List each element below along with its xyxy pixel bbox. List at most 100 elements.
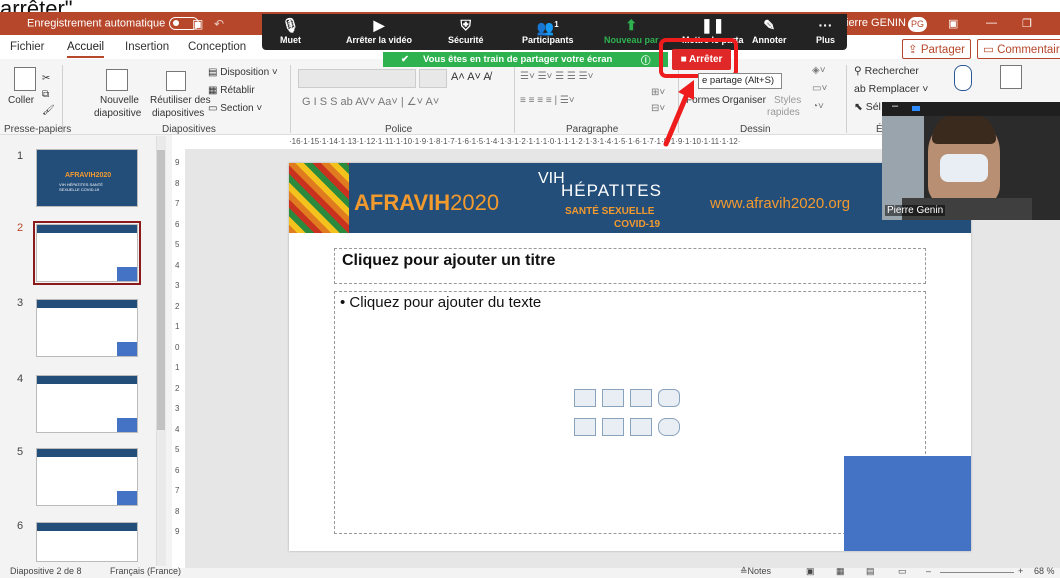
participants-button[interactable]: 👥1 Participants (522, 15, 574, 45)
slide-thumbnail-3[interactable] (36, 299, 138, 357)
mute-button[interactable]: 🎙 Muet (280, 15, 301, 45)
tab-accueil[interactable]: Accueil (67, 41, 105, 58)
security-button[interactable]: ⛨ Sécurité (448, 15, 484, 45)
more-button[interactable]: ··· Plus (816, 15, 835, 45)
ribbon-display-icon[interactable]: ▣ (948, 17, 958, 30)
slide-thumbnail-2[interactable] (33, 221, 141, 285)
slide-blue-rectangle[interactable] (844, 456, 971, 551)
insert-smartart-icon[interactable] (630, 389, 652, 407)
font-size-select[interactable] (419, 69, 447, 88)
reuse-label[interactable]: Réutiliser des (150, 95, 211, 106)
quick-styles-button-2[interactable]: rapides (767, 107, 800, 118)
slide-thumbnail-6[interactable] (36, 522, 138, 562)
stop-video-button[interactable]: ▶ Arrêter la vidéo (346, 15, 412, 45)
section-button[interactable]: ▭ Section ˅ (208, 103, 262, 114)
insert-video-icon[interactable] (630, 418, 652, 436)
view-icon[interactable] (912, 106, 920, 111)
comments-button[interactable]: ▭ Commentaires (977, 39, 1060, 59)
group-slides: Diapositives (162, 124, 216, 135)
find-button[interactable]: ⚲ Rechercher (854, 65, 919, 77)
normal-view-icon[interactable]: ▣ (806, 566, 815, 577)
replace-button[interactable]: ab Remplacer ˅ (854, 83, 928, 95)
zoom-out-icon[interactable]: – (926, 566, 931, 576)
new-slide-label[interactable]: Nouvelle (100, 95, 139, 106)
thumbnail-scroll-thumb[interactable] (157, 150, 165, 430)
group-paragraph: Paragraphe (566, 124, 619, 135)
zoom-slider[interactable] (940, 572, 1014, 573)
thumb-number: 2 (17, 222, 24, 234)
insert-3d-model-icon[interactable] (658, 389, 680, 407)
content-placeholder-box[interactable] (334, 291, 926, 534)
slideshow-icon[interactable]: ▭ (898, 566, 907, 577)
tab-insertion[interactable]: Insertion (125, 41, 169, 53)
insert-picture-icon[interactable] (574, 418, 596, 436)
layout-button[interactable]: ▤ Disposition ˅ (208, 67, 278, 78)
notes-button[interactable]: ≙Notes (740, 566, 771, 577)
font-grow-icon[interactable]: A˄ A˅ A̸ (451, 71, 491, 83)
new-slide-label-2[interactable]: diapositive (94, 108, 141, 119)
group-font: Police (385, 124, 413, 135)
highlight-frame (659, 38, 738, 78)
pause-icon: ❚❚ (701, 17, 725, 33)
divider (290, 65, 291, 133)
banner-url: www.afravih2020.org (710, 195, 851, 212)
insert-table-icon[interactable] (574, 389, 596, 407)
new-share-button[interactable]: ⬆ Nouveau par (604, 15, 659, 45)
microphone-icon: 🎙 (281, 17, 300, 33)
minimize-video-icon[interactable]: – (892, 100, 898, 112)
vruler-tick: 7 (175, 199, 180, 208)
font-name-select[interactable] (298, 69, 416, 88)
zoom-level[interactable]: 68 % (1034, 566, 1055, 576)
new-slide-icon[interactable] (106, 69, 128, 91)
insert-online-picture-icon[interactable] (602, 418, 624, 436)
slide-thumbnail-4[interactable] (36, 375, 138, 433)
tab-conception[interactable]: Conception (188, 41, 246, 53)
arrange-button[interactable]: Organiser (722, 95, 766, 106)
reset-button[interactable]: ▦ Rétablir (208, 85, 255, 96)
reading-view-icon[interactable]: ▤ (866, 566, 875, 577)
list-icons[interactable]: ☰˅ ☰˅ ☰ ☰ ☰˅ (520, 71, 593, 82)
font-format-icons[interactable]: G I S S ab AV˅ Aa˅ | ∠˅ A˅ (302, 95, 439, 108)
format-painter-icon[interactable]: 🖌 (42, 105, 55, 116)
undo-icon[interactable]: ↶ (214, 17, 224, 31)
vruler-tick: 4 (175, 424, 180, 434)
cut-icon[interactable]: ✂ (42, 73, 50, 84)
info-icon[interactable]: ⓘ (641, 53, 651, 67)
vruler-tick: 9 (175, 527, 180, 536)
content-placeholder[interactable]: • Cliquez pour ajouter du texte (340, 294, 541, 311)
quick-styles-button[interactable]: Styles (774, 95, 801, 106)
shape-outline-icon[interactable]: ▭˅ (812, 83, 827, 94)
language-indicator[interactable]: Français (France) (110, 566, 181, 576)
zoom-in-icon[interactable]: + (1018, 566, 1023, 576)
slide-thumbnail-5[interactable] (36, 448, 138, 506)
share-screen-icon: ⬆ (625, 17, 638, 33)
tab-fichier[interactable]: Fichier (10, 41, 45, 53)
designer-icon[interactable] (1000, 65, 1022, 89)
coller-label[interactable]: Coller (8, 95, 34, 106)
horizontal-ruler: ·16·1·15·1·14·1·13·1·12·1·11·1·10·1·9·1·… (289, 137, 741, 146)
title-placeholder[interactable]: Cliquez pour ajouter un titre (342, 252, 555, 270)
save-icon[interactable]: ▣ (192, 17, 203, 31)
reuse-label-2[interactable]: diapositives (152, 108, 204, 119)
reuse-slides-icon[interactable] (166, 71, 186, 91)
align-icons[interactable]: ≡ ≡ ≡ ≡ | ☰˅ (520, 95, 575, 106)
sorter-view-icon[interactable]: ▦ (836, 566, 845, 577)
copy-icon[interactable]: ⧉ (42, 89, 49, 100)
shape-fill-icon[interactable]: ◈˅ (812, 65, 826, 76)
shape-effects-icon[interactable]: ◔˅ (812, 101, 824, 112)
status-bar: Diapositive 2 de 8 Français (France) ≙No… (0, 566, 1060, 578)
annotate-button[interactable]: ✎ Annoter (752, 15, 787, 45)
insert-chart-icon[interactable] (602, 389, 624, 407)
share-button[interactable]: ⇪ Partager (902, 39, 971, 59)
insert-icon-icon[interactable] (658, 418, 680, 436)
paste-icon[interactable] (14, 67, 36, 91)
restore-icon[interactable]: ❐ (1022, 17, 1032, 30)
select-button[interactable]: ⬉ Sél (854, 101, 881, 113)
slide-counter: Diapositive 2 de 8 (10, 566, 82, 576)
participant-video[interactable]: – Pierre Genin (882, 100, 1060, 220)
minimize-icon[interactable]: — (986, 17, 997, 29)
slide-thumbnail-1[interactable]: AFRAVIH2020 VIH HÉPATITES SANTÉ SEXUELLE… (36, 149, 138, 207)
face-mask (940, 154, 988, 182)
dictate-icon[interactable] (954, 65, 972, 91)
avatar[interactable]: PG (904, 17, 927, 32)
